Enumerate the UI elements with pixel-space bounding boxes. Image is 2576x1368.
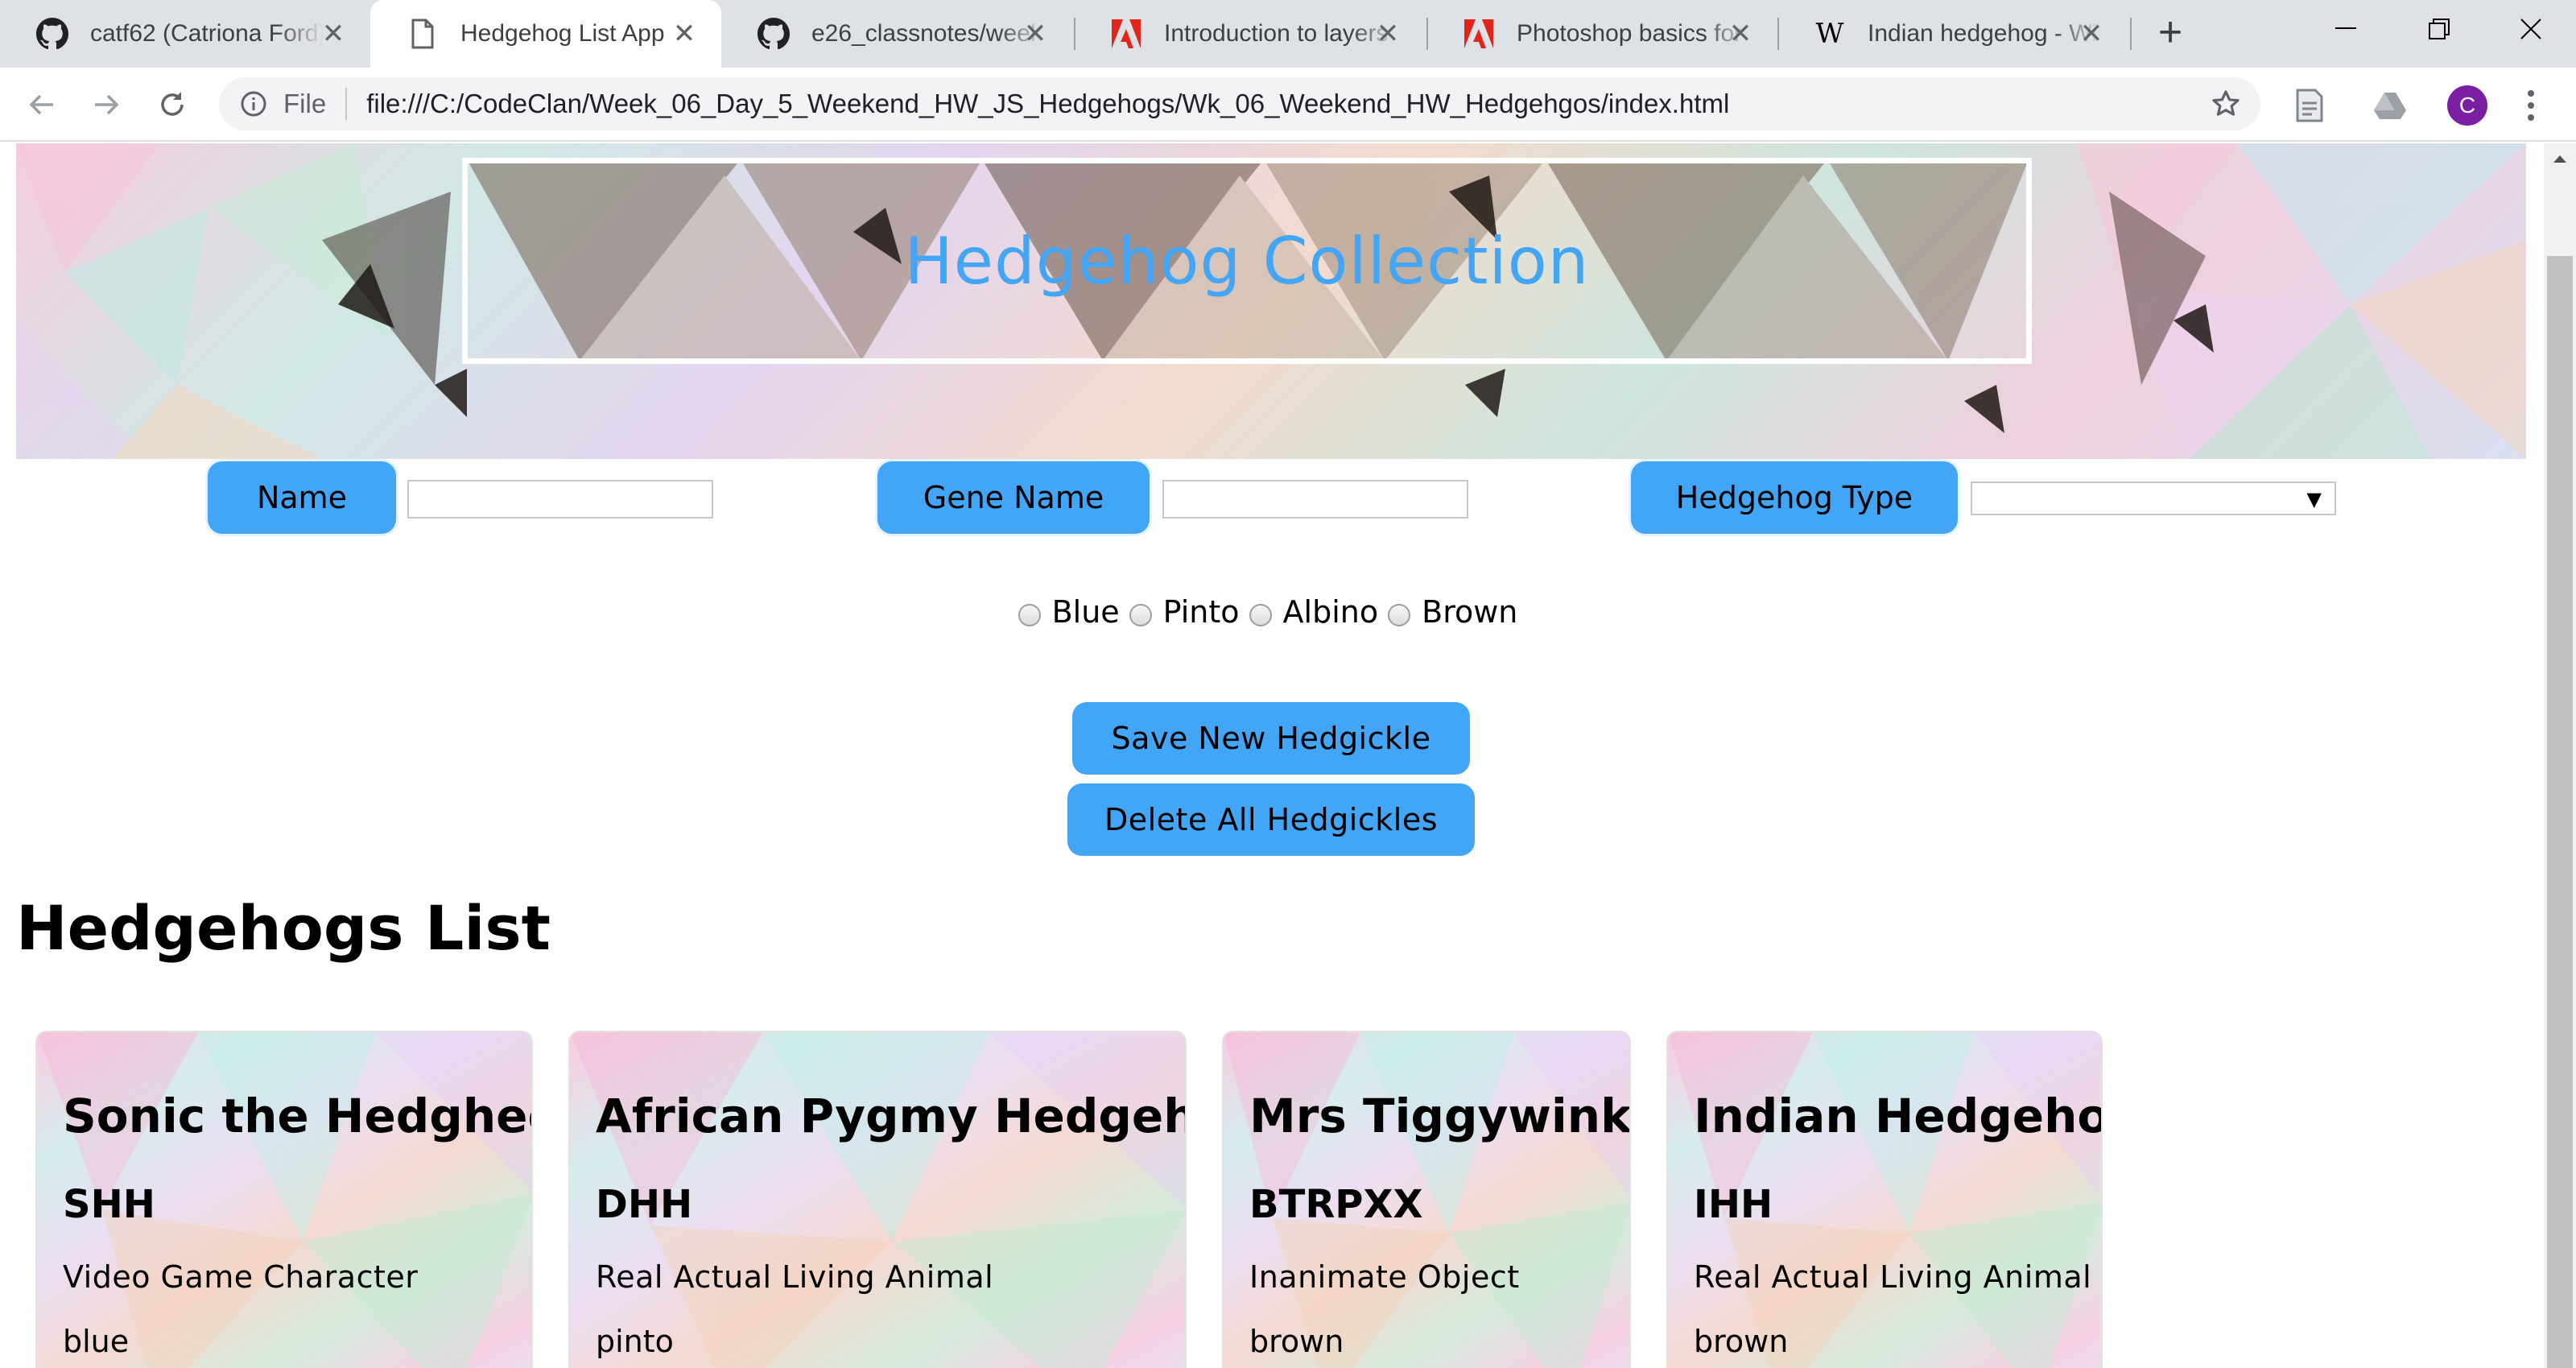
hedgehog-colour: brown [1694,1324,1789,1359]
hedgehog-colour: pinto [596,1324,674,1359]
adobe-icon [1462,17,1496,51]
tab-title: Hedgehog List App [460,20,665,47]
radio-button[interactable] [1129,604,1152,626]
chevron-down-icon: ▼ [2306,488,2322,510]
wikipedia-icon: W [1815,18,1844,50]
window-close-button[interactable] [2484,0,2576,58]
minimize-button[interactable] [2299,0,2392,58]
hedgehog-type: Real Actual Living Animal [596,1259,994,1295]
name-input[interactable] [407,480,713,519]
radio-label: Pinto [1162,594,1240,630]
browser-toolbar: File file:///C:/CodeClan/Week_06_Day_5_W… [0,68,2576,142]
back-button[interactable] [19,82,64,127]
restore-button[interactable] [2392,0,2486,58]
hedgehog-name: Indian Hedgehog [1694,1089,2103,1143]
tab-title: Indian hedgehog - Wikipedia [1868,20,2101,47]
hedgehog-card: African Pygmy Hedgehog DHH Real Actual L… [568,1031,1187,1368]
hedgehog-gene: SHH [63,1182,155,1227]
tab-title: Introduction to layers [1164,20,1389,47]
tab-intro-layers[interactable]: Introduction to layers ✕ [1074,0,1425,68]
radio-brown[interactable]: Brown [1388,594,1517,630]
gene-name-input[interactable] [1162,480,1468,519]
close-icon[interactable]: ✕ [1373,19,1402,49]
close-icon[interactable]: ✕ [1726,19,1755,49]
name-label: Name [208,461,396,534]
hedgehog-type-select[interactable]: ▼ [1971,481,2336,515]
delete-all-button[interactable]: Delete All Hedgickles [1067,783,1475,856]
tab-indian-hedgehog-wiki[interactable]: W Indian hedgehog - Wikipedia ✕ [1777,0,2128,68]
reload-button[interactable] [150,82,195,127]
hedgehog-name: African Pygmy Hedgehog [596,1089,1185,1143]
tab-github-profile[interactable]: catf62 (Catriona Ford) ✕ [0,0,370,68]
github-icon [35,17,69,51]
info-icon[interactable] [240,90,267,118]
page-scrollbar[interactable] [2544,143,2576,1368]
close-icon[interactable]: ✕ [1021,19,1050,49]
tab-title: e26_classnotes/week [811,20,1042,47]
adobe-icon [1109,17,1143,51]
reload-icon [161,92,184,116]
close-icon[interactable]: ✕ [670,19,699,49]
hedgehog-gene: IHH [1694,1182,1773,1227]
restore-icon [2429,19,2450,39]
radio-label: Brown [1422,594,1518,630]
list-heading: Hedgehogs List [16,892,551,964]
radio-label: Albino [1282,594,1379,630]
radio-button[interactable] [1388,604,1411,626]
forward-button[interactable] [84,82,129,127]
scrollbar-thumb[interactable] [2547,256,2573,1368]
url-scheme: File [283,89,327,118]
tab-divider [2130,18,2132,50]
tab-photoshop-basics[interactable]: Photoshop basics for ✕ [1426,0,1777,68]
scroll-up-arrow-icon[interactable] [2544,147,2576,171]
hedgehog-card: Mrs Tiggywinkle BTRPXX Inanimate Object … [1222,1031,1631,1368]
window-close-icon [2520,19,2541,39]
drive-icon[interactable] [2372,87,2409,124]
hedgehog-name: Sonic the Hedgheog [63,1089,531,1143]
colour-radio-group: Blue Pinto Albino Brown [0,594,2544,630]
minimize-icon [2335,27,2356,29]
radio-label: Blue [1051,594,1120,630]
hedgehog-colour: brown [1249,1324,1344,1359]
hedgehog-name: Mrs Tiggywinkle [1249,1089,1631,1143]
save-hedgehog-button[interactable]: Save New Hedgickle [1072,702,1470,775]
radio-albino[interactable]: Albino [1249,594,1379,630]
hedgehog-type-label: Hedgehog Type [1631,461,1958,534]
gene-name-label: Gene Name [877,461,1150,534]
url-text[interactable]: file:///C:/CodeClan/Week_06_Day_5_Weeken… [366,89,1729,119]
github-icon [757,17,791,51]
close-icon[interactable]: ✕ [2077,19,2106,49]
tab-title: Photoshop basics for [1517,20,1743,47]
tab-hedgehog-list-app[interactable]: Hedgehog List App ✕ [370,0,721,68]
hedgehog-type: Real Actual Living Animal [1694,1259,2092,1295]
close-icon[interactable]: ✕ [319,19,348,49]
page-title: Hedgehog Collection [904,223,1590,299]
tab-strip: catf62 (Catriona Ford) ✕ Hedgehog List A… [0,0,2576,68]
address-divider [345,88,348,120]
tab-classnotes[interactable]: e26_classnotes/week ✕ [721,0,1072,68]
hedgehog-colour: blue [63,1324,130,1359]
hedgehog-card: Sonic the Hedgheog SHH Video Game Charac… [35,1031,533,1368]
radio-pinto[interactable]: Pinto [1129,594,1240,630]
back-arrow-icon [29,94,53,115]
hedgehog-gene: DHH [596,1182,693,1227]
profile-avatar[interactable]: C [2447,85,2487,126]
hedgehog-gene: BTRPXX [1249,1182,1423,1227]
page-viewport: Hedgehog Collection Name Gene Name Hedge… [0,143,2544,1368]
hedgehog-card: Indian Hedgehog IHH Real Actual Living A… [1666,1031,2103,1368]
radio-button[interactable] [1018,604,1041,626]
hedgehog-type: Video Game Character [63,1259,419,1295]
radio-button[interactable] [1249,604,1272,626]
new-tab-button[interactable]: + [2149,11,2191,55]
document-icon [406,17,440,51]
radio-blue[interactable]: Blue [1018,594,1120,630]
forward-arrow-icon [95,94,119,115]
header-banner: Hedgehog Collection [16,143,2526,459]
bookmark-star-icon[interactable] [2207,85,2244,122]
hedgehog-type: Inanimate Object [1249,1259,1520,1295]
address-bar[interactable]: File file:///C:/CodeClan/Week_06_Day_5_W… [219,77,2260,130]
tab-title: catf62 (Catriona Ford) [90,20,324,47]
menu-kebab-icon[interactable] [2515,85,2547,126]
